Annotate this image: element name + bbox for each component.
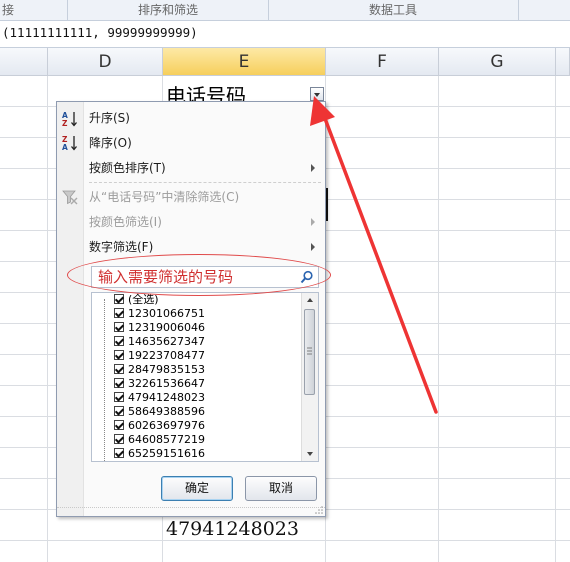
list-scrollbar[interactable] [301,293,318,461]
scroll-down-arrow-icon[interactable] [302,447,318,461]
svg-text:A: A [62,143,68,152]
ribbon-group-labels: 接 排序和筛选 数据工具 [0,0,570,21]
gridline [438,76,439,562]
sort-descending-icon: Z A [62,135,77,152]
autofilter-menu: A Z 升序(S) Z A 降序(O) 按颜色排序(T) 从“电话号码”中清除筛… [56,101,326,517]
submenu-arrow-icon [311,243,315,251]
menu-filter-by-color[interactable]: 按颜色筛选(I) [89,212,162,232]
checkbox[interactable] [114,392,124,402]
scroll-up-arrow-icon[interactable] [302,293,318,307]
column-header-h[interactable] [556,48,570,76]
checkbox[interactable] [114,294,124,304]
menu-sort-ascending[interactable]: 升序(S) [89,108,130,128]
ribbon-group-data-tools: 数据工具 [268,0,519,20]
ribbon-group-connections: 接 [0,0,68,20]
column-header-f[interactable]: F [326,48,439,76]
tree-line [104,299,105,461]
filter-dropdown-button[interactable] [310,87,324,101]
resize-grip-icon[interactable] [315,506,323,514]
svg-text:Z: Z [62,119,68,128]
cancel-button[interactable]: 取消 [245,476,317,501]
column-header-g[interactable]: G [439,48,556,76]
checkbox[interactable] [114,336,124,346]
gridline [555,76,556,562]
checkbox[interactable] [114,322,124,332]
submenu-arrow-icon [311,218,315,226]
menu-clear-filter[interactable]: 从“电话号码”中清除筛选(C) [89,187,239,207]
checkbox[interactable] [114,406,124,416]
checkbox[interactable] [114,350,124,360]
filter-values-list[interactable]: (全选) 12301066751 12319006046 14635627347… [91,292,319,462]
menu-sort-by-color[interactable]: 按颜色排序(T) [89,158,166,178]
column-header-e[interactable]: E [163,48,326,76]
filter-search-input[interactable] [94,268,298,286]
checkbox[interactable] [114,378,124,388]
checkbox[interactable] [114,448,124,458]
checkbox[interactable] [114,364,124,374]
checkbox[interactable] [114,434,124,444]
column-header-c[interactable] [0,48,48,76]
scrollbar-thumb[interactable] [304,309,315,395]
formula-bar-value[interactable]: (11111111111, 99999999999) [2,25,198,40]
menu-separator [89,182,321,183]
filter-search-box[interactable] [91,266,319,288]
menu-number-filter[interactable]: 数字筛选(F) [89,237,153,257]
ribbon-group-sort-filter: 排序和筛选 [68,0,269,20]
cell-e-value[interactable]: 47941248023 [166,518,299,540]
checkbox[interactable] [114,308,124,318]
search-icon[interactable] [300,270,314,284]
gridline [47,76,48,562]
gridline [0,540,570,541]
menu-resize-strip [57,507,325,516]
checkbox[interactable] [114,420,124,430]
ok-button[interactable]: 确定 [161,476,233,501]
clear-filter-icon [62,190,78,205]
sort-ascending-icon: A Z [62,111,77,128]
column-header-d[interactable]: D [48,48,163,76]
menu-icon-gutter [57,102,84,516]
formula-bar[interactable]: (11111111111, 99999999999) [0,21,570,48]
submenu-arrow-icon [311,164,315,172]
grip-icon [307,347,312,355]
menu-sort-descending[interactable]: 降序(O) [89,133,132,153]
